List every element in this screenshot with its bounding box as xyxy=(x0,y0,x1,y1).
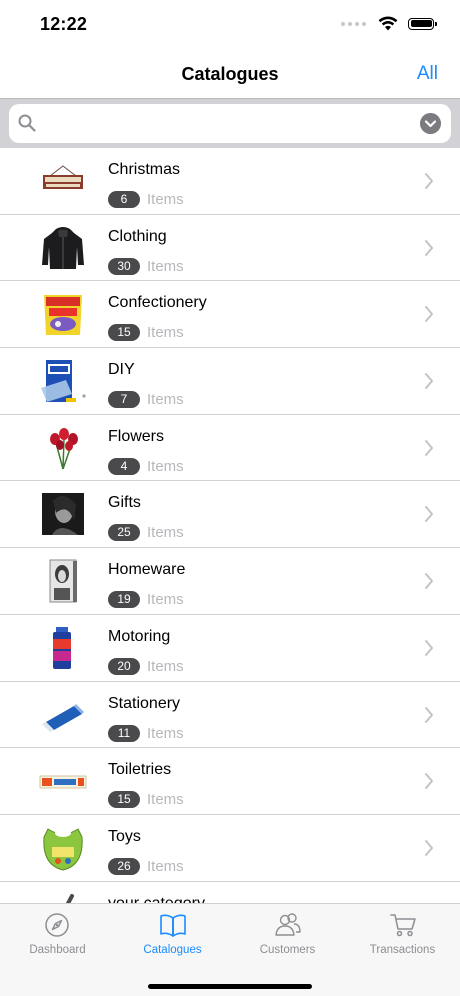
status-bar: 12:22 xyxy=(0,0,460,52)
item-count-badge: 7 xyxy=(108,391,140,409)
catalogue-name: Christmas xyxy=(108,161,181,178)
chevron-right-icon xyxy=(425,439,433,456)
tab-dashboard[interactable]: Dashboard xyxy=(0,904,115,964)
search-bar xyxy=(0,98,460,148)
catalogue-row-gifts[interactable]: Gifts 25 Items xyxy=(0,481,460,549)
catalogue-name: Gifts xyxy=(108,494,141,512)
catalogue-name: Stationery xyxy=(108,694,181,712)
cart-icon xyxy=(390,914,416,937)
items-label: Items xyxy=(147,857,184,875)
catalogue-name: Motoring xyxy=(108,627,171,645)
catalogue-list: Christmas 6 Items Clothing 30 Items Conf… xyxy=(0,148,460,903)
catalogue-row-confectionery[interactable]: Confectionery 15 Items xyxy=(0,281,460,349)
item-count-badge: 19 xyxy=(108,591,140,609)
catalogue-row-christmas[interactable]: Christmas 6 Items xyxy=(0,148,460,215)
spray-can-thumbnail xyxy=(53,626,71,669)
people-icon xyxy=(275,913,301,936)
items-label: Items xyxy=(147,524,184,542)
chevron-right-icon xyxy=(425,239,433,256)
home-indicator xyxy=(148,984,312,989)
open-book-icon xyxy=(160,914,186,937)
navigation-bar: Catalogues All xyxy=(0,52,460,98)
tab-label: Catalogues xyxy=(143,944,202,956)
catalogue-row-toys[interactable]: Toys 26 Items xyxy=(0,815,460,882)
catalogue-row-diy[interactable]: DIY 7 Items xyxy=(0,348,460,415)
chevron-right-icon xyxy=(425,706,433,723)
catalogue-name: DIY xyxy=(108,361,135,379)
item-count-badge: 4 xyxy=(108,457,140,475)
item-count-badge: 26 xyxy=(108,857,140,875)
items-label: Items xyxy=(147,324,184,342)
catalogue-name: Flowers xyxy=(108,427,165,445)
tab-transactions[interactable]: Transactions xyxy=(345,904,460,964)
item-count-badge: 20 xyxy=(108,657,140,675)
catalogue-row-toiletries[interactable]: Toiletries 15 Items xyxy=(0,748,460,815)
cellular-signal-icon xyxy=(341,21,366,26)
catalogue-name: Clothing xyxy=(108,227,167,245)
status-time: 12:22 xyxy=(40,14,88,34)
portrait-print-thumbnail xyxy=(42,493,84,536)
items-label: Items xyxy=(147,391,184,409)
search-input[interactable] xyxy=(47,112,421,136)
chevron-right-icon xyxy=(425,506,433,523)
toothpaste-thumbnail xyxy=(39,775,87,789)
catalogue-row-motoring[interactable]: Motoring 20 Items xyxy=(0,615,460,682)
item-count-badge: 15 xyxy=(108,324,140,342)
tab-label: Dashboard xyxy=(29,944,86,956)
catalogue-name: Homeware xyxy=(108,561,186,579)
items-label: Items xyxy=(147,724,184,742)
red-tulips-thumbnail xyxy=(50,427,78,469)
status-indicators xyxy=(341,16,437,31)
item-count-badge: 6 xyxy=(108,191,140,208)
tab-catalogues[interactable]: Catalogues xyxy=(115,904,230,964)
catalogue-row-clothing[interactable]: Clothing 30 Items xyxy=(0,215,460,282)
items-label: Items xyxy=(147,457,184,475)
chevron-right-icon xyxy=(425,639,433,656)
catalogue-name: your category xyxy=(108,895,205,903)
search-field[interactable] xyxy=(9,104,451,143)
search-icon xyxy=(18,114,36,132)
chevron-right-icon xyxy=(425,173,433,189)
chevron-right-icon xyxy=(425,306,433,323)
canvas-portrait-thumbnail xyxy=(49,559,77,603)
catalogue-row-flowers[interactable]: Flowers 4 Items xyxy=(0,415,460,482)
tab-label: Transactions xyxy=(369,944,436,956)
items-label: Items xyxy=(147,257,184,275)
item-count-badge: 15 xyxy=(108,791,140,809)
catalogue-row-your-category[interactable]: your category xyxy=(0,882,460,903)
wifi-icon xyxy=(378,16,398,31)
chevron-down-icon[interactable] xyxy=(420,113,441,134)
chevron-right-icon xyxy=(425,839,433,856)
catalogue-name: Confectionery xyxy=(108,294,207,312)
item-count-badge: 30 xyxy=(108,257,140,275)
pen-thumbnail xyxy=(65,893,74,903)
tab-label: Customers xyxy=(259,944,316,956)
all-button[interactable]: All xyxy=(417,63,438,85)
eraser-thumbnail xyxy=(42,703,84,732)
items-label: Items xyxy=(147,591,184,609)
fries-sweets-thumbnail xyxy=(44,295,82,336)
items-label: Items xyxy=(147,657,184,675)
hooded-jacket-thumbnail xyxy=(42,226,84,269)
chevron-right-icon xyxy=(425,573,433,590)
tab-customers[interactable]: Customers xyxy=(230,904,345,964)
page-title: Catalogues xyxy=(181,64,279,84)
baby-bib-thumbnail xyxy=(43,828,83,871)
catalogue-row-stationery[interactable]: Stationery 11 Items xyxy=(0,682,460,749)
item-count-badge: 25 xyxy=(108,524,140,542)
items-label: Items xyxy=(147,791,184,809)
tab-bar: Dashboard Catalogues Customers Transacti… xyxy=(0,903,460,996)
battery-icon xyxy=(408,17,437,30)
chevron-right-icon xyxy=(425,773,433,790)
blu-tack-thumbnail xyxy=(41,360,86,403)
catalogue-name: Toys xyxy=(108,827,141,845)
be-merry-sign-thumbnail xyxy=(43,165,83,189)
catalogue-name: Toiletries xyxy=(108,761,172,779)
chevron-right-icon xyxy=(425,373,433,390)
items-label: Items xyxy=(147,191,184,208)
compass-icon xyxy=(45,913,69,937)
catalogue-row-homeware[interactable]: Homeware 19 Items xyxy=(0,548,460,615)
item-count-badge: 11 xyxy=(108,724,140,742)
